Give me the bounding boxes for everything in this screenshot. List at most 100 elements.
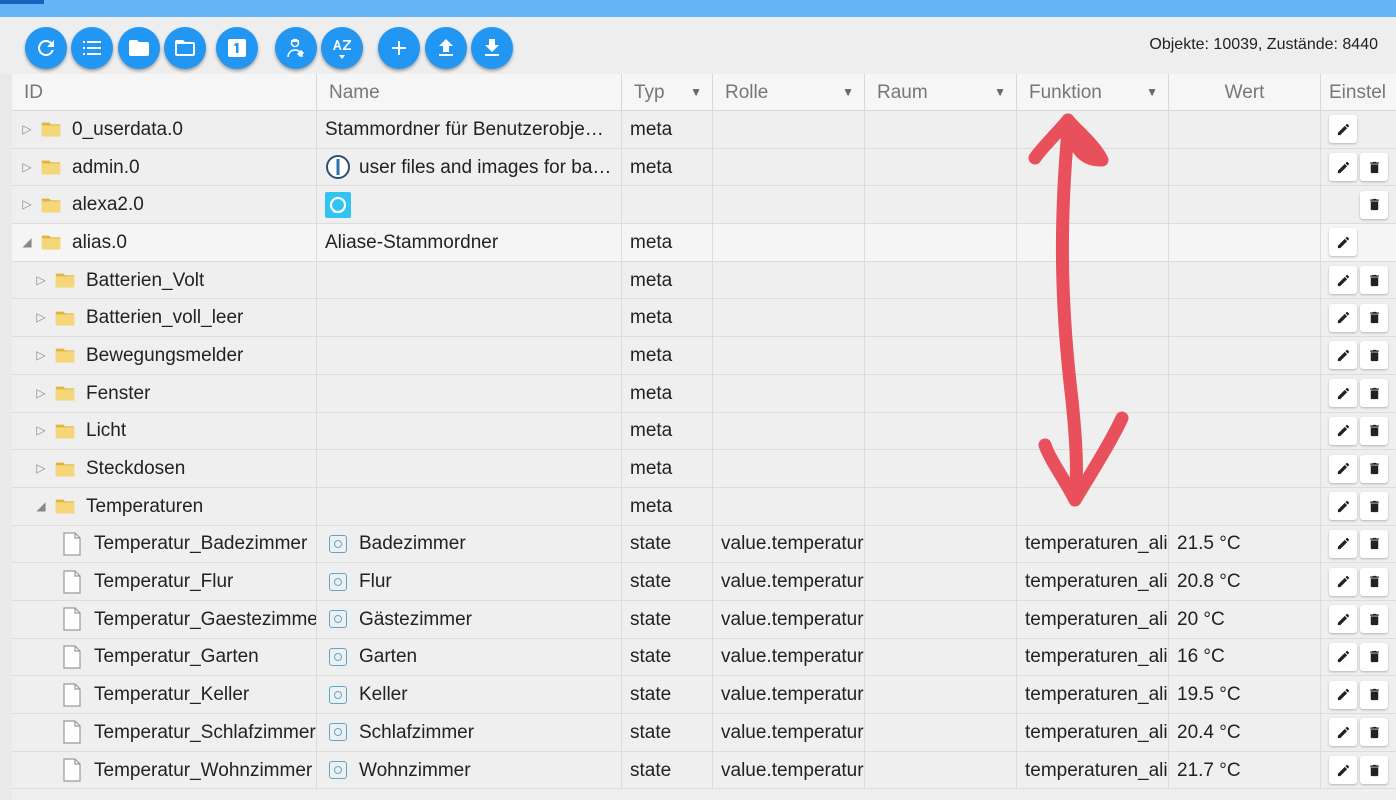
cell-name[interactable]: Stammordner für Benutzerobje…: [317, 111, 622, 148]
table-row[interactable]: Temperatur_Garten Garten state value.temper…: [12, 638, 1396, 677]
column-raum[interactable]: Raum ▼: [865, 74, 1017, 111]
cell-wert[interactable]: 20.8 °C: [1169, 563, 1321, 600]
edit-button[interactable]: [1329, 492, 1357, 521]
cell-funktion[interactable]: [1017, 148, 1169, 186]
cell-funktion[interactable]: temperaturen_alias: [1017, 714, 1169, 751]
table-row[interactable]: Temperatur_Wohnzimmer Wohnzimmer state valu…: [12, 751, 1396, 790]
cell-raum[interactable]: [865, 148, 1017, 186]
expert-mode-button[interactable]: [275, 27, 317, 69]
cell-rolle[interactable]: [713, 111, 865, 148]
edit-button[interactable]: [1329, 642, 1357, 671]
cell-id[interactable]: Temperatur_Badezimmer: [12, 525, 317, 563]
cell-raum[interactable]: [865, 487, 1017, 525]
collapse-all-button[interactable]: [118, 27, 160, 69]
cell-raum[interactable]: [865, 600, 1017, 638]
cell-funktion[interactable]: [1017, 224, 1169, 261]
expand-toggle-icon[interactable]: ▷: [20, 149, 34, 186]
cell-raum[interactable]: [865, 224, 1017, 261]
cell-name[interactable]: Gästezimmer: [317, 600, 622, 638]
cell-raum[interactable]: [865, 111, 1017, 148]
cell-name[interactable]: [317, 299, 622, 337]
table-row[interactable]: ▷ alexa2.0: [12, 186, 1396, 225]
cell-name[interactable]: [317, 450, 622, 487]
table-row[interactable]: ▷ Batterien_Volt meta: [12, 261, 1396, 300]
cell-wert[interactable]: 20.4 °C: [1169, 714, 1321, 751]
cell-name[interactable]: [317, 412, 622, 450]
cell-name[interactable]: [317, 374, 622, 412]
cell-wert[interactable]: [1169, 337, 1321, 374]
refresh-button[interactable]: [25, 27, 67, 69]
cell-raum[interactable]: [865, 638, 1017, 676]
cell-id[interactable]: Temperatur_Flur: [12, 563, 317, 600]
cell-wert[interactable]: [1169, 374, 1321, 412]
list-view-button[interactable]: [71, 27, 113, 69]
delete-button[interactable]: [1360, 303, 1388, 332]
cell-rolle[interactable]: value.temperature: [713, 638, 865, 676]
edit-button[interactable]: [1329, 605, 1357, 634]
cell-rolle[interactable]: [713, 224, 865, 261]
cell-wert[interactable]: [1169, 148, 1321, 186]
cell-id[interactable]: ▷ Fenster: [12, 374, 317, 412]
collapse-toggle-icon[interactable]: ◢: [20, 224, 34, 261]
table-row[interactable]: ▷ 0_userdata.0 Stammordner für Benutzerobj…: [12, 111, 1396, 149]
cell-rolle[interactable]: value.temperature: [713, 714, 865, 751]
cell-funktion[interactable]: [1017, 299, 1169, 337]
expand-toggle-icon[interactable]: ▷: [34, 337, 48, 374]
cell-name[interactable]: [317, 186, 622, 224]
table-row[interactable]: ◢ alias.0 Aliase-Stammordner meta: [12, 224, 1396, 262]
cell-name[interactable]: [317, 261, 622, 299]
cell-raum[interactable]: [865, 751, 1017, 789]
table-row[interactable]: ▷ Bewegungsmelder meta: [12, 337, 1396, 375]
cell-raum[interactable]: [865, 450, 1017, 487]
table-row[interactable]: Temperatur_Gaestezimmer Gästezimmer state v…: [12, 600, 1396, 639]
cell-funktion[interactable]: [1017, 487, 1169, 525]
edit-button[interactable]: [1329, 153, 1357, 182]
rolle-filter-dropdown-icon[interactable]: ▼: [842, 74, 854, 111]
edit-button[interactable]: [1329, 680, 1357, 709]
table-row[interactable]: Temperatur_Flur Flur state value.temperatur…: [12, 563, 1396, 601]
cell-wert[interactable]: 16 °C: [1169, 638, 1321, 676]
table-row[interactable]: Temperatur_Badezimmer Badezimmer state valu…: [12, 525, 1396, 564]
cell-rolle[interactable]: [713, 261, 865, 299]
expand-toggle-icon[interactable]: ▷: [20, 111, 34, 148]
delete-button[interactable]: [1360, 642, 1388, 671]
cell-wert[interactable]: [1169, 224, 1321, 261]
cell-id[interactable]: Temperatur_Garten: [12, 638, 317, 676]
edit-button[interactable]: [1329, 567, 1357, 596]
edit-button[interactable]: [1329, 303, 1357, 332]
cell-rolle[interactable]: [713, 299, 865, 337]
cell-wert[interactable]: [1169, 299, 1321, 337]
cell-name[interactable]: Wohnzimmer: [317, 751, 622, 789]
expand-toggle-icon[interactable]: ▷: [20, 186, 34, 223]
cell-name[interactable]: Schlafzimmer: [317, 714, 622, 751]
cell-rolle[interactable]: value.temperature: [713, 525, 865, 563]
edit-button[interactable]: [1329, 341, 1357, 370]
edit-button[interactable]: [1329, 529, 1357, 558]
cell-id[interactable]: ▷ 0_userdata.0: [12, 111, 317, 148]
table-row[interactable]: ▷ Steckdosen meta: [12, 450, 1396, 488]
cell-funktion[interactable]: [1017, 186, 1169, 224]
cell-name[interactable]: user files and images for ba…: [317, 148, 622, 186]
cell-rolle[interactable]: value.temperature: [713, 751, 865, 789]
cell-name[interactable]: Garten: [317, 638, 622, 676]
edit-button[interactable]: [1329, 454, 1357, 483]
cell-funktion[interactable]: [1017, 412, 1169, 450]
cell-rolle[interactable]: [713, 148, 865, 186]
cell-id[interactable]: ▷ Batterien_voll_leer: [12, 299, 317, 337]
delete-button[interactable]: [1360, 492, 1388, 521]
expand-toggle-icon[interactable]: ▷: [34, 299, 48, 336]
cell-raum[interactable]: [865, 337, 1017, 374]
cell-wert[interactable]: 20 °C: [1169, 600, 1321, 638]
delete-button[interactable]: [1360, 190, 1388, 219]
cell-wert[interactable]: [1169, 450, 1321, 487]
column-name[interactable]: Name: [317, 74, 622, 111]
cell-rolle[interactable]: [713, 186, 865, 224]
cell-rolle[interactable]: [713, 450, 865, 487]
column-typ[interactable]: Typ ▼: [622, 74, 713, 111]
cell-name[interactable]: [317, 487, 622, 525]
cell-name[interactable]: Flur: [317, 563, 622, 600]
table-row[interactable]: ▷ Fenster meta: [12, 374, 1396, 413]
cell-wert[interactable]: [1169, 261, 1321, 299]
cell-raum[interactable]: [865, 563, 1017, 600]
cell-id[interactable]: Temperatur_Keller: [12, 676, 317, 713]
